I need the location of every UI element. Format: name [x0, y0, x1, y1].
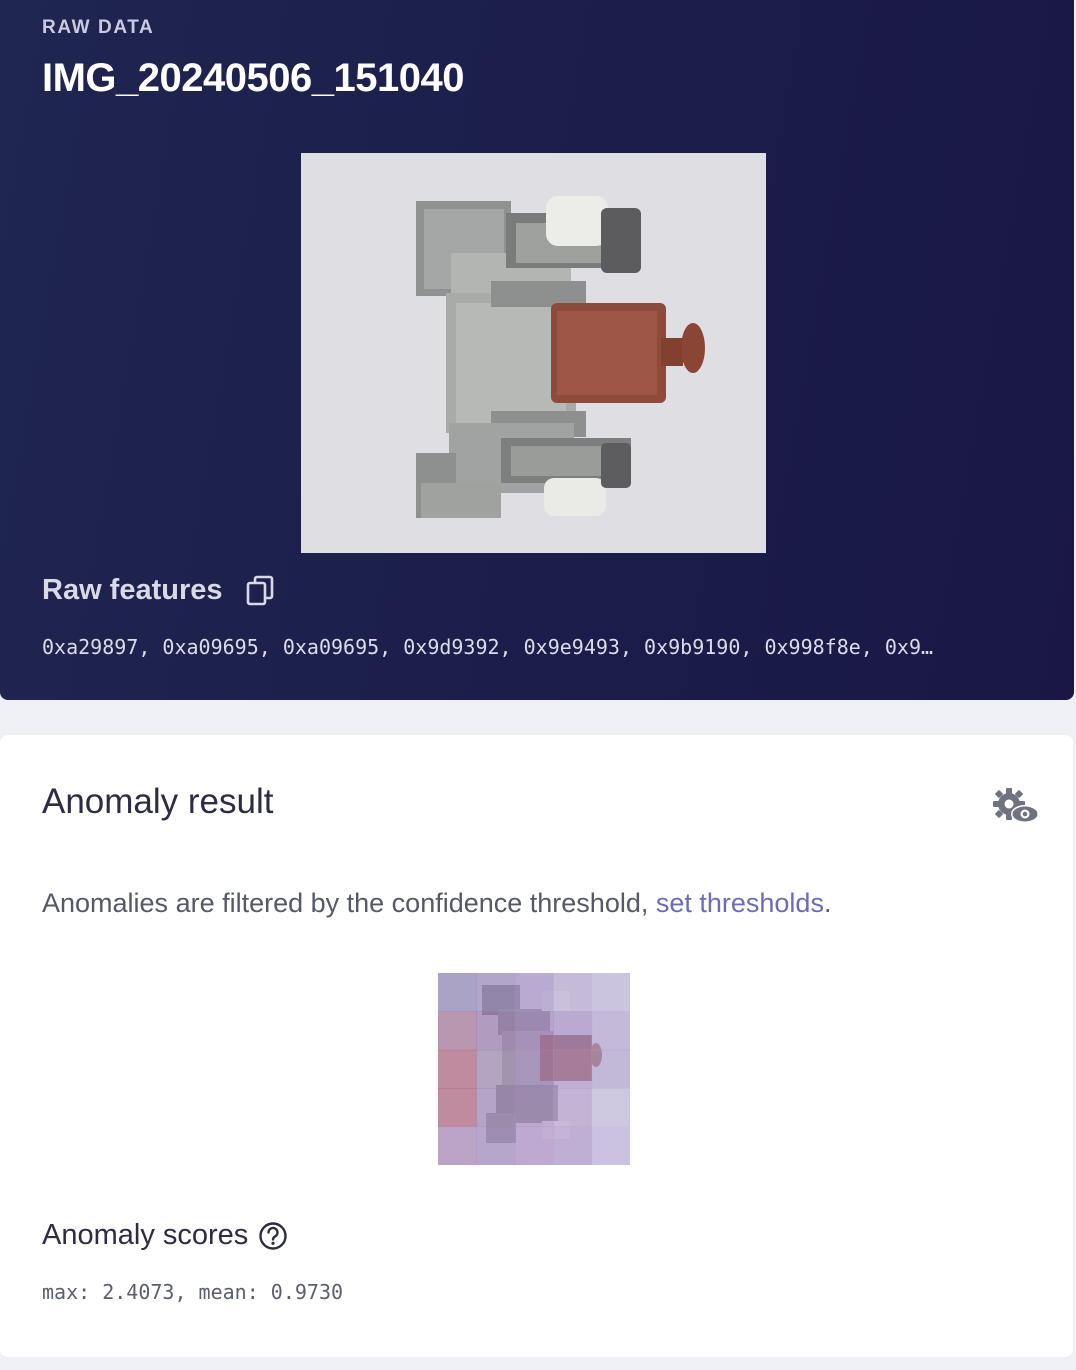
heatmap-cell: [591, 1088, 630, 1128]
anomaly-heatmap: [438, 973, 630, 1165]
heatmap-cell: [438, 973, 477, 1012]
heatmap-cell: [514, 1088, 554, 1128]
heatmap-cell: [591, 1011, 630, 1051]
heatmap-cell: [514, 1126, 554, 1165]
threshold-settings-icon[interactable]: [992, 787, 1040, 827]
sample-image: [301, 153, 766, 553]
anomaly-result-title: Anomaly result: [42, 782, 274, 821]
heatmap-cell: [553, 973, 593, 1012]
filter-period: .: [823, 888, 832, 918]
heatmap-cell: [591, 1126, 630, 1165]
threshold-filter-text: Anomalies are filtered by the confidence…: [42, 888, 831, 919]
anomaly-scores-values: max: 2.4073, mean: 0.9730: [42, 1280, 344, 1304]
heatmap-cell: [591, 1049, 630, 1089]
help-icon[interactable]: [258, 1221, 288, 1251]
heatmap-cell: [514, 973, 554, 1012]
features-heading-row: Raw features: [42, 574, 275, 607]
heatmap-cell: [553, 1088, 593, 1128]
heatmap-cell: [476, 1011, 516, 1051]
section-eyebrow: RAW DATA: [42, 17, 155, 38]
heatmap-cell: [553, 1126, 593, 1165]
heatmap-cell: [514, 1011, 554, 1051]
heatmap-cell: [438, 1126, 477, 1165]
heatmap-cell: [476, 1126, 516, 1165]
anomaly-scores-heading-row: Anomaly scores: [42, 1219, 288, 1252]
heatmap-cell: [591, 973, 630, 1012]
set-thresholds-link[interactable]: set thresholds: [656, 888, 824, 918]
sample-title: IMG_20240506_151040: [42, 56, 464, 100]
anomaly-result-panel: Anomaly result Anomalies are filtered by…: [0, 735, 1073, 1357]
heatmap-cell: [553, 1011, 593, 1051]
heatmap-cell: [476, 1088, 516, 1128]
heatmap-cell: [476, 1049, 516, 1089]
raw-data-panel: RAW DATA IMG_20240506_151040 Raw feature…: [0, 0, 1074, 700]
heatmap-cell: [438, 1049, 477, 1089]
heatmap-cell: [514, 1049, 554, 1089]
raw-features-values: 0xa29897, 0xa09695, 0xa09695, 0x9d9392, …: [42, 635, 934, 659]
heatmap-cell: [438, 1088, 477, 1128]
anomaly-scores-heading: Anomaly scores: [42, 1219, 249, 1251]
copy-icon[interactable]: [245, 575, 275, 607]
heatmap-cell: [553, 1049, 593, 1089]
heatmap-cell: [476, 973, 516, 1012]
features-heading: Raw features: [42, 574, 223, 606]
heatmap-cell: [438, 1011, 477, 1051]
filter-description: Anomalies are filtered by the confidence…: [42, 888, 656, 918]
